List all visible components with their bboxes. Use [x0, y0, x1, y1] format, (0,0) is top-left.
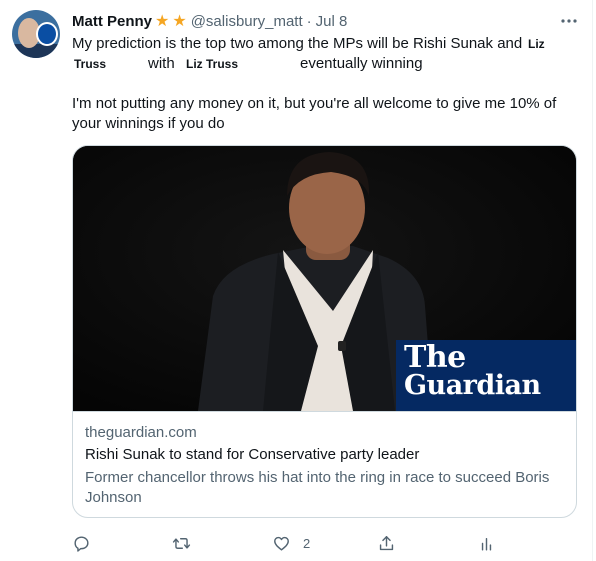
tweet-header: Matt Penny ★ ★ @salisbury_matt · Jul 8 — [72, 10, 347, 32]
club-badge-icon — [36, 22, 58, 46]
reply-button[interactable] — [72, 530, 103, 556]
logo-line-1: The — [404, 340, 466, 375]
tweet-text-line-1: My prediction is the top two among the M… — [72, 35, 523, 52]
like-icon — [274, 536, 289, 551]
reply-icon — [74, 535, 89, 552]
author-handle[interactable]: @salisbury_matt — [191, 13, 303, 30]
avatar[interactable] — [12, 10, 60, 58]
star-icon: ★ — [155, 13, 170, 30]
more-icon — [561, 19, 577, 23]
card-title: Rishi Sunak to stand for Conservative pa… — [85, 446, 420, 463]
guardian-logo: The Guardian — [396, 340, 576, 411]
tweet-text-line-2: eventually winning — [300, 55, 423, 72]
like-button[interactable]: 2 — [272, 530, 310, 556]
card-description: Former chancellor throws his hat into th… — [85, 469, 550, 506]
tweet-text-line-3: I'm not putting any money on it, but you… — [72, 95, 557, 112]
separator: · — [306, 12, 312, 30]
card-image: The Guardian — [73, 146, 576, 411]
analytics-button[interactable] — [477, 530, 508, 556]
timeline-border — [592, 0, 593, 561]
retweet-button[interactable] — [172, 530, 203, 556]
name-tag: Truss — [74, 57, 107, 71]
logo-line-2: Guardian — [404, 370, 541, 401]
name-tag: Liz Truss — [186, 57, 239, 71]
retweet-icon — [172, 537, 191, 549]
share-button[interactable] — [377, 530, 408, 556]
tweet-actions: 2 — [72, 530, 512, 556]
analytics-icon — [481, 537, 492, 551]
author-name[interactable]: Matt Penny — [72, 13, 152, 30]
star-icon: ★ — [172, 13, 187, 30]
tweet-text-line-4: your winnings if you do — [72, 115, 225, 132]
tweet-text-with: with — [148, 55, 175, 72]
name-tag: Liz — [528, 37, 545, 51]
more-options-button[interactable] — [556, 8, 582, 34]
card-meta: theguardian.com Rishi Sunak to stand for… — [73, 411, 576, 517]
tweet-date[interactable]: Jul 8 — [316, 13, 348, 30]
share-icon — [379, 535, 394, 550]
link-card[interactable]: The Guardian theguardian.com Rishi Sunak… — [72, 145, 577, 518]
card-domain: theguardian.com — [85, 424, 197, 441]
like-count: 2 — [303, 535, 311, 551]
